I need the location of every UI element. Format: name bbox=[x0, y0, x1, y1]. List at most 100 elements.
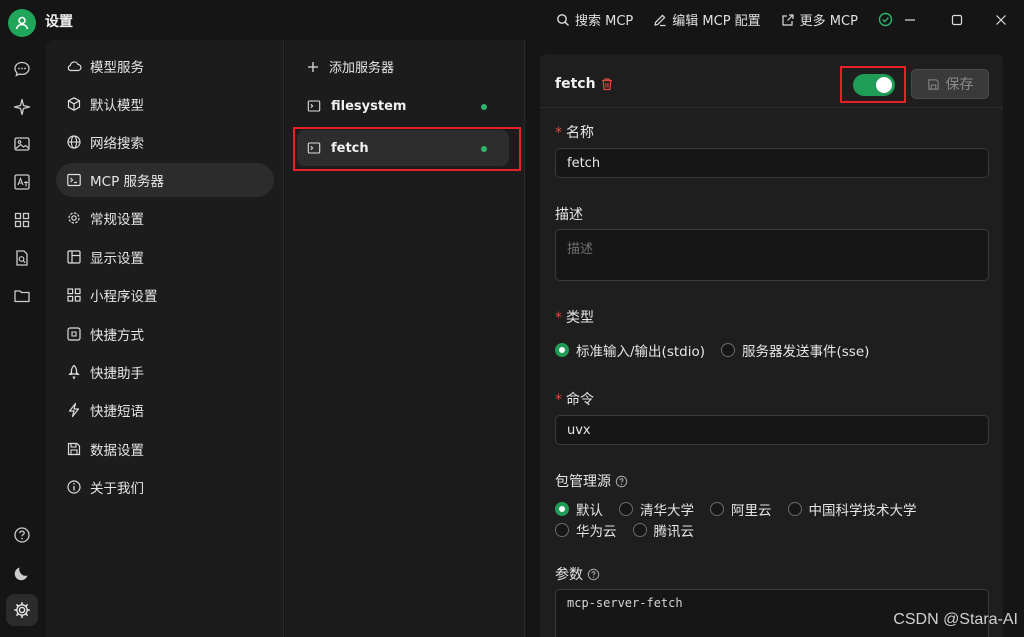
highlight-box bbox=[840, 66, 906, 103]
command-field-label: * 命令 bbox=[555, 392, 594, 408]
name-input[interactable] bbox=[555, 148, 989, 178]
nav-label: 数据设置 bbox=[90, 443, 144, 459]
search-mcp-button[interactable]: 搜索 MCP bbox=[556, 10, 633, 29]
nav-label: 快捷方式 bbox=[90, 328, 144, 344]
registry-option-ustc[interactable]: 中国科学技术大学 bbox=[787, 499, 917, 519]
nav-item-shortcuts[interactable]: 快捷方式 bbox=[56, 317, 274, 351]
settings-rail-button[interactable] bbox=[6, 594, 38, 626]
nav-item-quick-assistant[interactable]: 快捷助手 bbox=[56, 355, 274, 389]
add-server-label: 添加服务器 bbox=[329, 61, 395, 76]
maximize-button[interactable] bbox=[945, 8, 969, 32]
gear-icon bbox=[14, 602, 30, 618]
icon-rail bbox=[0, 40, 44, 637]
nav-label: 模型服务 bbox=[90, 60, 144, 76]
apps-grid-icon[interactable] bbox=[12, 210, 32, 230]
registry-field-label: 包管理源 bbox=[555, 471, 628, 491]
translate-icon[interactable] bbox=[12, 172, 32, 192]
save-button[interactable]: 保存 bbox=[911, 69, 989, 99]
nav-item-mcp-servers[interactable]: MCP 服务器 bbox=[56, 163, 274, 197]
type-option-stdio[interactable]: 标准输入/输出(stdio) bbox=[555, 340, 705, 360]
nav-item-general-settings[interactable]: 常规设置 bbox=[56, 201, 274, 235]
nav-label: 快捷助手 bbox=[90, 366, 144, 382]
more-mcp-button[interactable]: 更多 MCP bbox=[781, 10, 858, 29]
user-avatar[interactable] bbox=[8, 9, 36, 37]
args-field-label: 参数 bbox=[555, 564, 600, 584]
search-mcp-label: 搜索 MCP bbox=[575, 14, 634, 29]
plus-icon bbox=[308, 61, 318, 72]
sparkle-icon[interactable] bbox=[12, 97, 32, 117]
registry-option-tsinghua[interactable]: 清华大学 bbox=[619, 499, 694, 519]
search-icon bbox=[557, 13, 569, 26]
edit-mcp-config-label: 编辑 MCP 配置 bbox=[672, 14, 761, 29]
globe-icon bbox=[67, 135, 81, 149]
rocket-icon bbox=[68, 364, 80, 380]
registry-radio-group-row1: 默认 清华大学 阿里云 中国科学技术大学 bbox=[555, 499, 933, 519]
image-icon[interactable] bbox=[12, 134, 32, 154]
nav-item-about[interactable]: 关于我们 bbox=[56, 470, 274, 504]
registry-option-default[interactable]: 默认 bbox=[555, 499, 603, 519]
server-item-filesystem[interactable]: filesystem bbox=[297, 88, 509, 124]
chat-icon[interactable] bbox=[12, 59, 32, 79]
nav-item-data-settings[interactable]: 数据设置 bbox=[56, 432, 274, 466]
edit-icon bbox=[654, 14, 666, 26]
grid-icon bbox=[67, 288, 81, 302]
nav-item-web-search[interactable]: 网络搜索 bbox=[56, 125, 274, 159]
type-field-label: * 类型 bbox=[555, 310, 594, 326]
external-link-icon bbox=[782, 13, 794, 26]
user-icon bbox=[15, 16, 29, 30]
command-input[interactable] bbox=[555, 415, 989, 445]
registry-option-huawei[interactable]: 华为云 bbox=[555, 520, 617, 540]
description-input[interactable] bbox=[555, 229, 989, 281]
maximize-icon bbox=[951, 14, 963, 26]
add-server-button[interactable]: 添加服务器 bbox=[307, 57, 394, 76]
help-icon[interactable] bbox=[12, 525, 32, 545]
save-icon bbox=[67, 442, 81, 456]
nav-label: 小程序设置 bbox=[90, 289, 158, 305]
cube-icon bbox=[67, 97, 81, 111]
type-option-sse[interactable]: 服务器发送事件(sse) bbox=[721, 340, 869, 360]
info-icon bbox=[67, 480, 81, 494]
close-icon bbox=[996, 15, 1006, 25]
name-field-label: * 名称 bbox=[555, 125, 594, 141]
save-label: 保存 bbox=[945, 77, 974, 93]
minimize-button[interactable] bbox=[898, 8, 922, 32]
registry-option-aliyun[interactable]: 阿里云 bbox=[710, 499, 772, 519]
server-title: fetch bbox=[555, 76, 596, 92]
help-icon[interactable] bbox=[587, 568, 600, 581]
server-name-label: filesystem bbox=[331, 98, 407, 114]
detail-header: fetch 保存 bbox=[540, 54, 1003, 108]
nav-item-miniapp-settings[interactable]: 小程序设置 bbox=[56, 278, 274, 312]
folder-icon[interactable] bbox=[12, 286, 32, 306]
terminal-icon bbox=[67, 173, 81, 187]
nav-label: 默认模型 bbox=[90, 98, 144, 114]
terminal-icon bbox=[307, 100, 321, 112]
nav-item-model-service[interactable]: 模型服务 bbox=[56, 49, 274, 83]
close-button[interactable] bbox=[989, 8, 1013, 32]
trash-icon[interactable] bbox=[600, 77, 614, 91]
nav-label: 快捷短语 bbox=[90, 404, 144, 420]
minimize-icon bbox=[905, 19, 915, 21]
page-title: 设置 bbox=[45, 14, 73, 30]
nav-label: 显示设置 bbox=[90, 251, 144, 267]
nav-label: 常规设置 bbox=[90, 212, 144, 228]
save-icon bbox=[927, 78, 939, 90]
nav-label: 关于我们 bbox=[90, 481, 144, 497]
document-search-icon[interactable] bbox=[12, 248, 32, 268]
gear-icon bbox=[68, 212, 80, 224]
nav-item-display-settings[interactable]: 显示设置 bbox=[56, 240, 274, 274]
highlight-box bbox=[293, 127, 521, 171]
settings-nav: 模型服务 默认模型 网络搜索 MCP 服务器 常规设置 显示设置 小程序设置 快… bbox=[46, 40, 284, 637]
registry-radio-group-row2: 华为云 腾讯云 bbox=[555, 520, 710, 540]
nav-label: 网络搜索 bbox=[90, 136, 144, 152]
check-circle-icon bbox=[878, 12, 893, 27]
edit-mcp-config-button[interactable]: 编辑 MCP 配置 bbox=[653, 10, 761, 29]
description-field-label: 描述 bbox=[555, 207, 583, 223]
title-bar: 设置 搜索 MCP 编辑 MCP 配置 更多 MCP bbox=[0, 0, 1024, 40]
registry-option-tencent[interactable]: 腾讯云 bbox=[632, 520, 694, 540]
help-icon[interactable] bbox=[615, 475, 628, 488]
nav-item-default-model[interactable]: 默认模型 bbox=[56, 87, 274, 121]
moon-icon[interactable] bbox=[12, 563, 32, 583]
server-detail-panel: fetch 保存 *名称 描述 *类型 标准输入/输出(stdio) 服务器发送… bbox=[540, 54, 1003, 637]
nav-item-quick-phrases[interactable]: 快捷短语 bbox=[56, 393, 274, 427]
type-radio-group: 标准输入/输出(stdio) 服务器发送事件(sse) bbox=[555, 340, 885, 360]
